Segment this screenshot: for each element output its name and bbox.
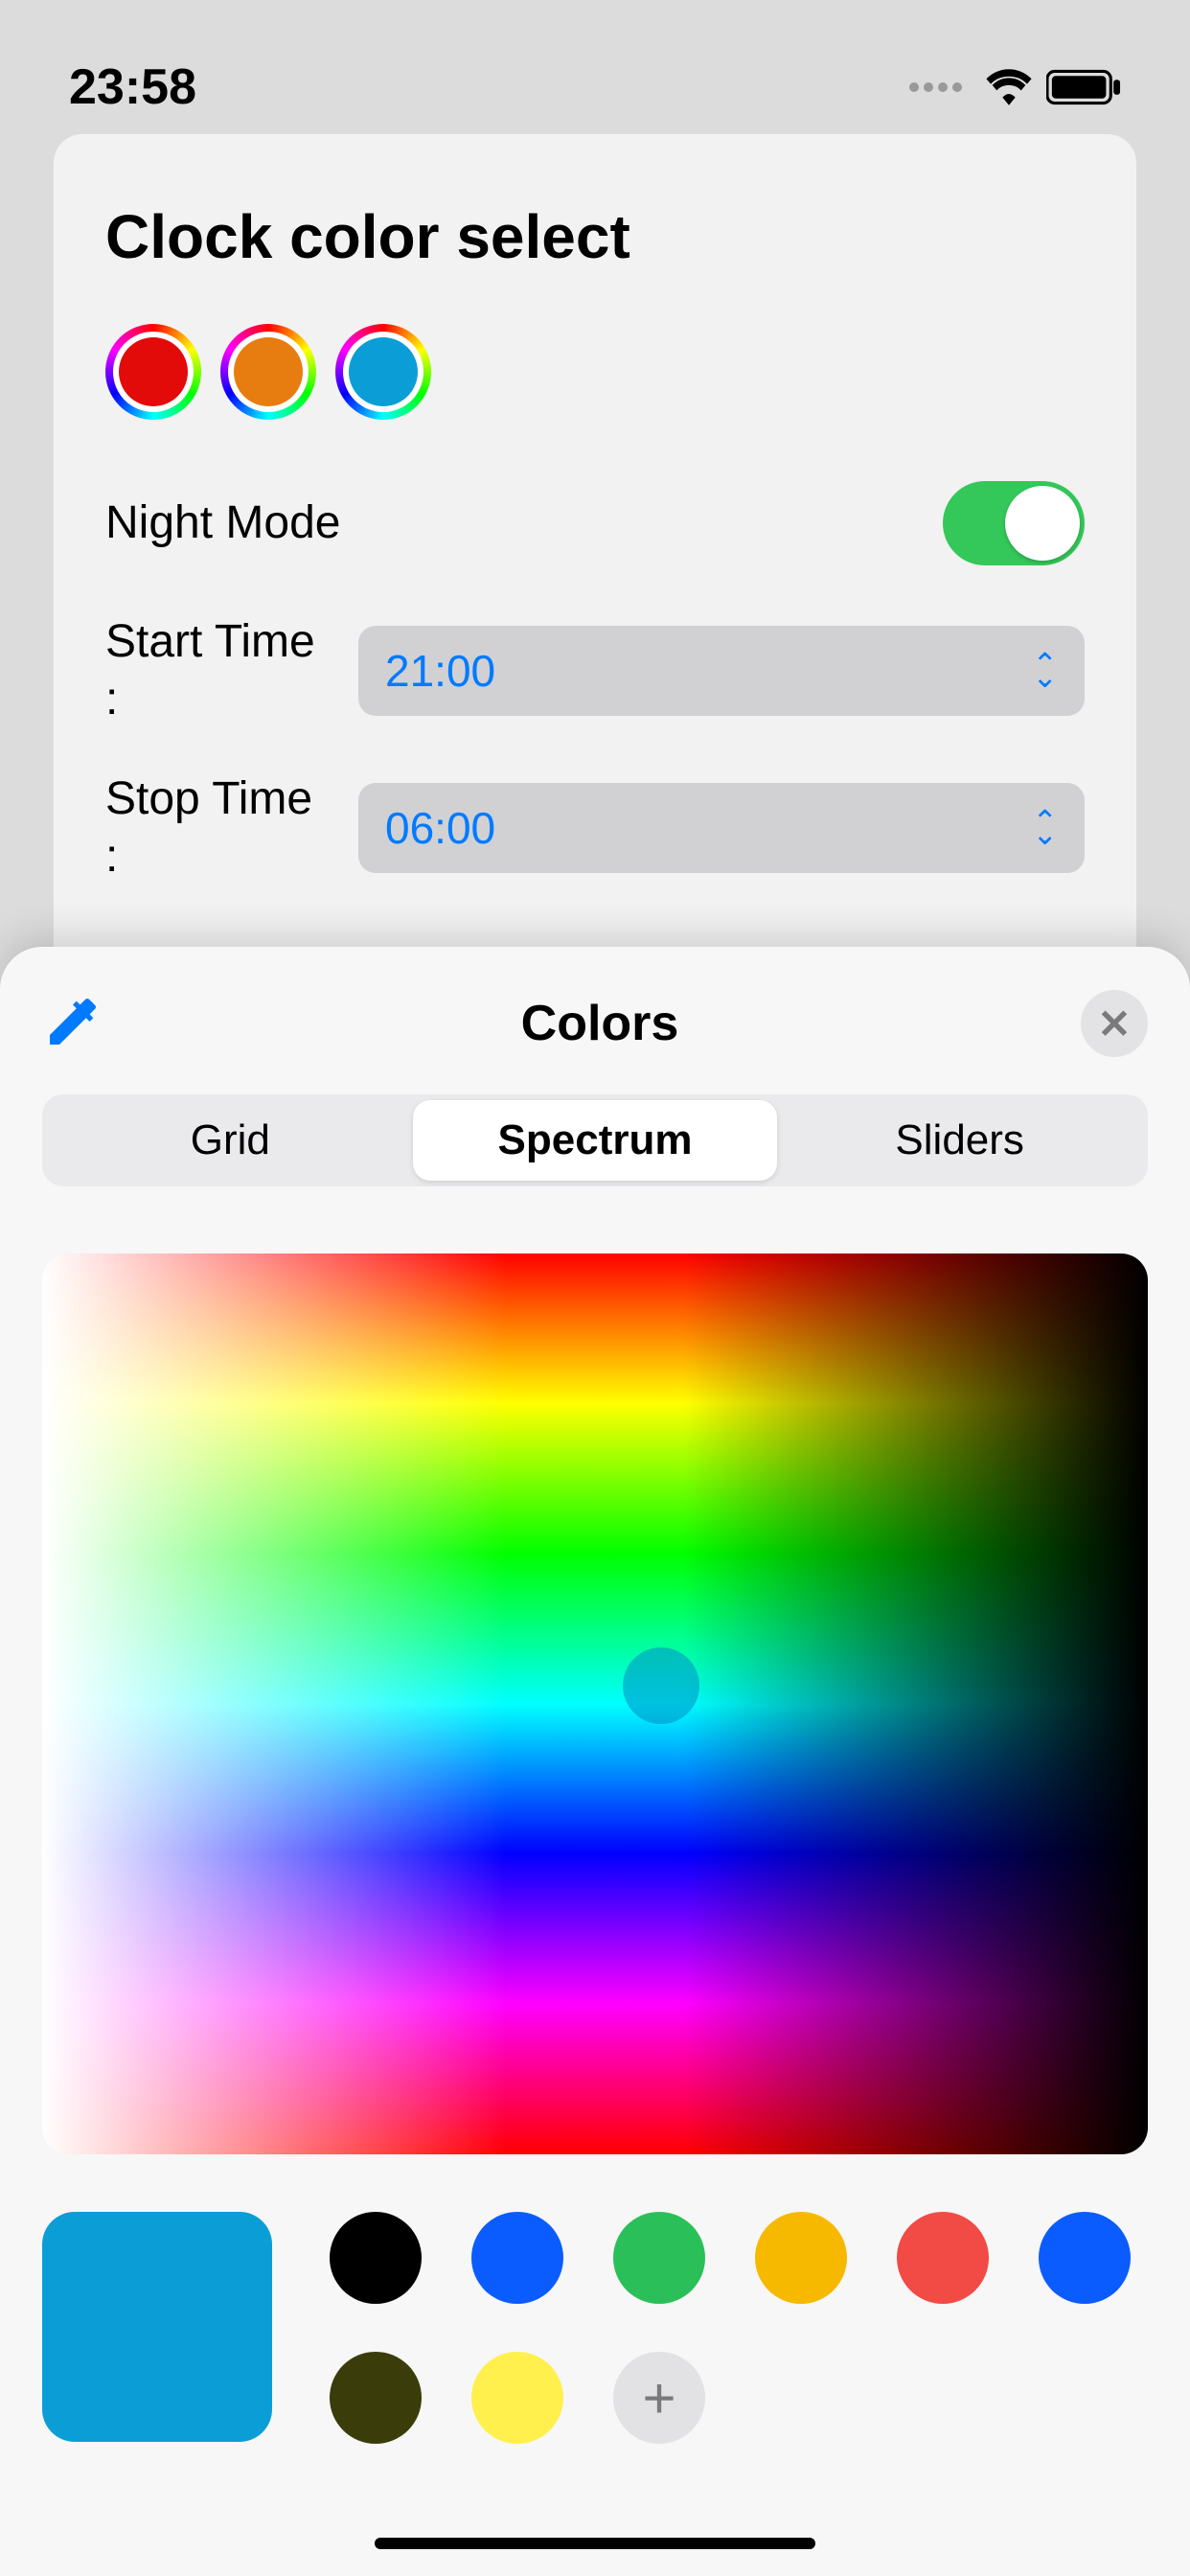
palette-color-8[interactable] xyxy=(471,2352,563,2444)
stop-time-select[interactable]: 06:00 ⌃⌄ xyxy=(358,783,1085,873)
tab-spectrum[interactable]: Spectrum xyxy=(413,1100,778,1181)
palette-grid: + xyxy=(330,2212,1148,2444)
spectrum-cursor[interactable] xyxy=(623,1647,699,1724)
night-mode-toggle[interactable] xyxy=(943,481,1085,565)
palette-color-2[interactable] xyxy=(471,2212,563,2304)
current-color-preview xyxy=(42,2212,272,2442)
night-mode-label: Night Mode xyxy=(105,494,340,552)
start-time-value: 21:00 xyxy=(385,645,495,697)
tab-grid[interactable]: Grid xyxy=(48,1100,413,1181)
palette-add-button[interactable]: + xyxy=(613,2352,705,2444)
eyedropper-button[interactable] xyxy=(42,991,119,1057)
start-time-select[interactable]: 21:00 ⌃⌄ xyxy=(358,626,1085,716)
palette-color-5[interactable] xyxy=(897,2212,989,2304)
night-mode-row: Night Mode xyxy=(105,481,1085,565)
battery-icon xyxy=(1046,69,1121,105)
preset-swatch-3[interactable] xyxy=(335,324,431,420)
page-title: Clock color select xyxy=(105,201,1085,272)
color-picker-sheet: Colors ✕ Grid Spectrum Sliders + xyxy=(0,947,1190,2576)
preset-swatch-2[interactable] xyxy=(220,324,316,420)
palette-color-3[interactable] xyxy=(613,2212,705,2304)
sheet-header: Colors ✕ xyxy=(42,947,1148,1081)
stop-time-row: Stop Time : 06:00 ⌃⌄ xyxy=(105,770,1085,886)
wifi-icon xyxy=(985,69,1033,105)
sheet-title: Colors xyxy=(119,995,1081,1052)
palette-area: + xyxy=(42,2212,1148,2444)
updown-icon: ⌃⌄ xyxy=(1032,816,1058,840)
palette-color-4[interactable] xyxy=(755,2212,847,2304)
settings-card: Clock color select Night Mode Start Time… xyxy=(54,134,1136,1062)
plus-icon: + xyxy=(642,2365,675,2431)
status-right xyxy=(909,69,1121,105)
tab-sliders[interactable]: Sliders xyxy=(777,1100,1142,1181)
start-time-label: Start Time : xyxy=(105,613,335,728)
close-icon: ✕ xyxy=(1097,1000,1131,1047)
spectrum-field[interactable] xyxy=(42,1254,1148,2154)
picker-tabs: Grid Spectrum Sliders xyxy=(42,1094,1148,1186)
preset-swatch-1[interactable] xyxy=(105,324,201,420)
palette-color-1[interactable] xyxy=(330,2212,422,2304)
status-bar: 23:58 xyxy=(0,0,1190,134)
stop-time-label: Stop Time : xyxy=(105,770,335,886)
stop-time-value: 06:00 xyxy=(385,802,495,854)
start-time-row: Start Time : 21:00 ⌃⌄ xyxy=(105,613,1085,728)
status-time: 23:58 xyxy=(69,58,196,116)
cellular-dots-icon xyxy=(909,82,962,92)
palette-color-6[interactable] xyxy=(1039,2212,1131,2304)
preset-swatch-row xyxy=(105,324,1085,420)
close-button[interactable]: ✕ xyxy=(1081,990,1148,1057)
home-indicator[interactable] xyxy=(375,2538,815,2549)
updown-icon: ⌃⌄ xyxy=(1032,658,1058,683)
palette-color-7[interactable] xyxy=(330,2352,422,2444)
